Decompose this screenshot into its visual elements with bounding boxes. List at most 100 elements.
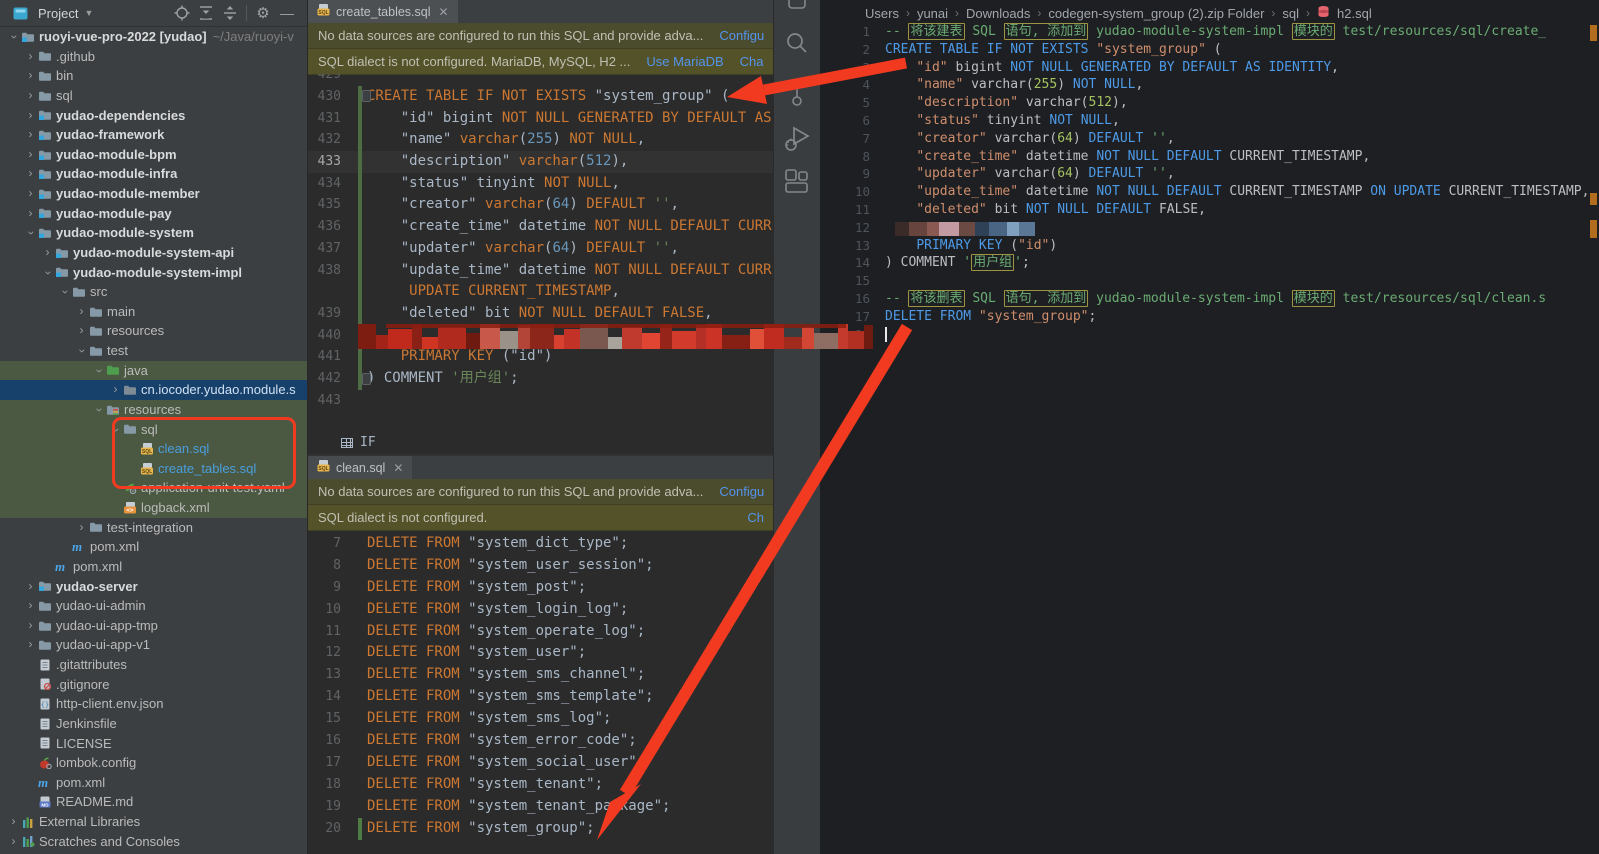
code-line[interactable]: 438 "update_time" datetime NOT NULL DEFA… (308, 260, 773, 282)
tree-item-yudao-module-system[interactable]: ›yudao-module-system (0, 223, 307, 243)
tree-item-test[interactable]: ›test (0, 341, 307, 361)
code-line[interactable]: 2CREATE TABLE IF NOT EXISTS "system_grou… (820, 41, 1599, 59)
tree-item-sql[interactable]: ›sql (0, 86, 307, 106)
chevron-right-icon[interactable]: › (23, 106, 38, 126)
code-line[interactable]: 431 "id" bigint NOT NULL GENERATED BY DE… (308, 108, 773, 130)
tree-item-yudao-server[interactable]: ›yudao-server (0, 577, 307, 597)
code-line[interactable]: 17DELETE FROM "system_social_user"; (308, 752, 773, 774)
code-line[interactable]: 433 "description" varchar(512), (308, 151, 773, 173)
chevron-down-icon[interactable]: › (89, 402, 109, 417)
banner-link[interactable]: Configu (719, 484, 764, 499)
chevron-right-icon[interactable]: › (23, 145, 38, 165)
chevron-right-icon[interactable]: › (23, 204, 38, 224)
code-line[interactable]: 430CREATE TABLE IF NOT EXISTS "system_gr… (308, 86, 773, 108)
banner-link[interactable]: Cha (740, 54, 764, 69)
chevron-down-icon[interactable]: › (38, 265, 58, 280)
code-line[interactable]: UPDATE CURRENT_TIMESTAMP, (308, 281, 773, 303)
tree-item-ruoyi-vue-pro-2022-yudao-[interactable]: ›ruoyi-vue-pro-2022 [yudao]~/Java/ruoyi-… (0, 27, 307, 47)
code-line[interactable]: 11 "deleted" bit NOT NULL DEFAULT FALSE, (820, 201, 1599, 219)
tree-item-.gitattributes[interactable]: .gitattributes (0, 655, 307, 675)
code-line[interactable]: 7 "creator" varchar(64) DEFAULT '', (820, 130, 1599, 148)
code-line[interactable]: 1-- 将该建表 SQL 语句, 添加到 yudao-module-system… (820, 23, 1599, 41)
fold-marker-icon[interactable] (362, 373, 371, 385)
tree-item-logback.xml[interactable]: <>logback.xml (0, 498, 307, 518)
hide-panel-icon[interactable]: — (275, 3, 299, 23)
banner-link[interactable]: Ch (747, 510, 764, 525)
chevron-right-icon[interactable]: › (74, 302, 89, 322)
code-line[interactable]: 435 "creator" varchar(64) DEFAULT '', (308, 194, 773, 216)
close-icon[interactable]: ✕ (393, 461, 403, 475)
chevron-right-icon[interactable]: › (108, 380, 123, 400)
chevron-right-icon[interactable]: › (74, 321, 89, 341)
code-line[interactable]: 17DELETE FROM "system_group"; (820, 308, 1599, 326)
tree-item-readme.md[interactable]: MDREADME.md (0, 792, 307, 812)
code-line[interactable]: 13 PRIMARY KEY ("id") (820, 237, 1599, 255)
window-partial-icon[interactable] (786, 0, 808, 16)
settings-gear-icon[interactable]: ⚙ (251, 3, 275, 23)
breadcrumb-item[interactable]: Users (865, 6, 899, 21)
tree-item-main[interactable]: ›main (0, 302, 307, 322)
dropdown-arrow-icon[interactable]: ▼ (84, 8, 93, 18)
tree-item-cn.iocoder.yudao.module.s[interactable]: ›cn.iocoder.yudao.module.s (0, 380, 307, 400)
tab-clean-sql[interactable]: SQL clean.sql ✕ (308, 456, 412, 479)
tree-item-license[interactable]: LICENSE (0, 734, 307, 754)
chevron-down-icon[interactable]: › (55, 284, 75, 299)
code-line[interactable]: 10 "update_time" datetime NOT NULL DEFAU… (820, 183, 1599, 201)
structure-label[interactable]: IF (360, 435, 376, 450)
expand-collapse-icon[interactable] (218, 3, 242, 23)
code-line[interactable]: 436 "create_time" datetime NOT NULL DEFA… (308, 216, 773, 238)
code-line[interactable]: 18 (820, 326, 1599, 344)
code-line[interactable]: 19DELETE FROM "system_tenant_package"; (308, 796, 773, 818)
chevron-down-icon[interactable]: › (89, 363, 109, 378)
chevron-right-icon[interactable]: › (6, 812, 21, 832)
tree-item-lombok.config[interactable]: lombok.config (0, 753, 307, 773)
code-line[interactable]: 18DELETE FROM "system_tenant"; (308, 774, 773, 796)
layout-grid-icon[interactable] (782, 166, 812, 201)
chevron-right-icon[interactable]: › (23, 86, 38, 106)
tree-item-yudao-ui-app-tmp[interactable]: ›yudao-ui-app-tmp (0, 616, 307, 636)
chevron-right-icon[interactable]: › (23, 596, 38, 616)
code-line[interactable]: 13DELETE FROM "system_sms_channel"; (308, 664, 773, 686)
tree-item-yudao-module-system-api[interactable]: ›yudao-module-system-api (0, 243, 307, 263)
collapse-all-icon[interactable] (194, 3, 218, 23)
chevron-down-icon[interactable]: › (72, 343, 92, 358)
breadcrumb-item[interactable]: h2.sql (1337, 6, 1372, 21)
tree-item-.github[interactable]: ›.github (0, 47, 307, 67)
tree-item-pom.xml[interactable]: mpom.xml (0, 537, 307, 557)
code-line[interactable]: 20DELETE FROM "system_group"; (308, 818, 773, 840)
code-line[interactable]: 6 "status" tinyint NOT NULL, (820, 112, 1599, 130)
chevron-right-icon[interactable]: › (23, 66, 38, 86)
code-line[interactable]: 15DELETE FROM "system_sms_log"; (308, 708, 773, 730)
chevron-down-icon[interactable]: › (21, 226, 41, 241)
share-icon[interactable] (785, 76, 809, 113)
code-line[interactable]: 437 "updater" varchar(64) DEFAULT '', (308, 238, 773, 260)
code-line[interactable]: 14DELETE FROM "system_sms_template"; (308, 686, 773, 708)
error-stripe-mark[interactable] (1590, 25, 1597, 41)
chevron-down-icon[interactable]: › (4, 29, 24, 44)
error-stripe-mark[interactable] (1590, 220, 1597, 238)
code-line[interactable]: 439 "deleted" bit NOT NULL DEFAULT FALSE… (308, 303, 773, 325)
tree-item-pom.xml[interactable]: mpom.xml (0, 773, 307, 793)
chevron-right-icon[interactable]: › (23, 164, 38, 184)
chevron-right-icon[interactable]: › (23, 125, 38, 145)
tree-item-yudao-ui-admin[interactable]: ›yudao-ui-admin (0, 596, 307, 616)
code-line[interactable]: 14) COMMENT '用户组'; (820, 254, 1599, 272)
chevron-right-icon[interactable]: › (23, 616, 38, 636)
code-line[interactable]: 8 "create_time" datetime NOT NULL DEFAUL… (820, 148, 1599, 166)
tree-item-bin[interactable]: ›bin (0, 66, 307, 86)
error-stripe-mark[interactable] (1590, 193, 1597, 205)
h2-sql-editor[interactable]: 1-- 将该建表 SQL 语句, 添加到 yudao-module-system… (820, 23, 1599, 343)
fold-marker-icon[interactable] (362, 90, 371, 102)
breadcrumb-item[interactable]: yunai (917, 6, 948, 21)
code-line[interactable]: 432 "name" varchar(255) NOT NULL, (308, 129, 773, 151)
code-line[interactable]: 16-- 将该删表 SQL 语句, 添加到 yudao-module-syste… (820, 290, 1599, 308)
code-line[interactable]: 443 (308, 390, 773, 412)
breadcrumb-item[interactable]: Downloads (966, 6, 1030, 21)
breadcrumb-item[interactable]: codegen-system_group (2).zip Folder (1048, 6, 1264, 21)
tree-item-yudao-module-infra[interactable]: ›yudao-module-infra (0, 164, 307, 184)
tree-item-yudao-ui-app-v1[interactable]: ›yudao-ui-app-v1 (0, 635, 307, 655)
tree-item-jenkinsfile[interactable]: Jenkinsfile (0, 714, 307, 734)
code-line[interactable]: 9DELETE FROM "system_post"; (308, 577, 773, 599)
create-tables-editor[interactable]: 429430CREATE TABLE IF NOT EXISTS "system… (308, 74, 773, 430)
banner-link[interactable]: Use MariaDB (646, 54, 723, 69)
